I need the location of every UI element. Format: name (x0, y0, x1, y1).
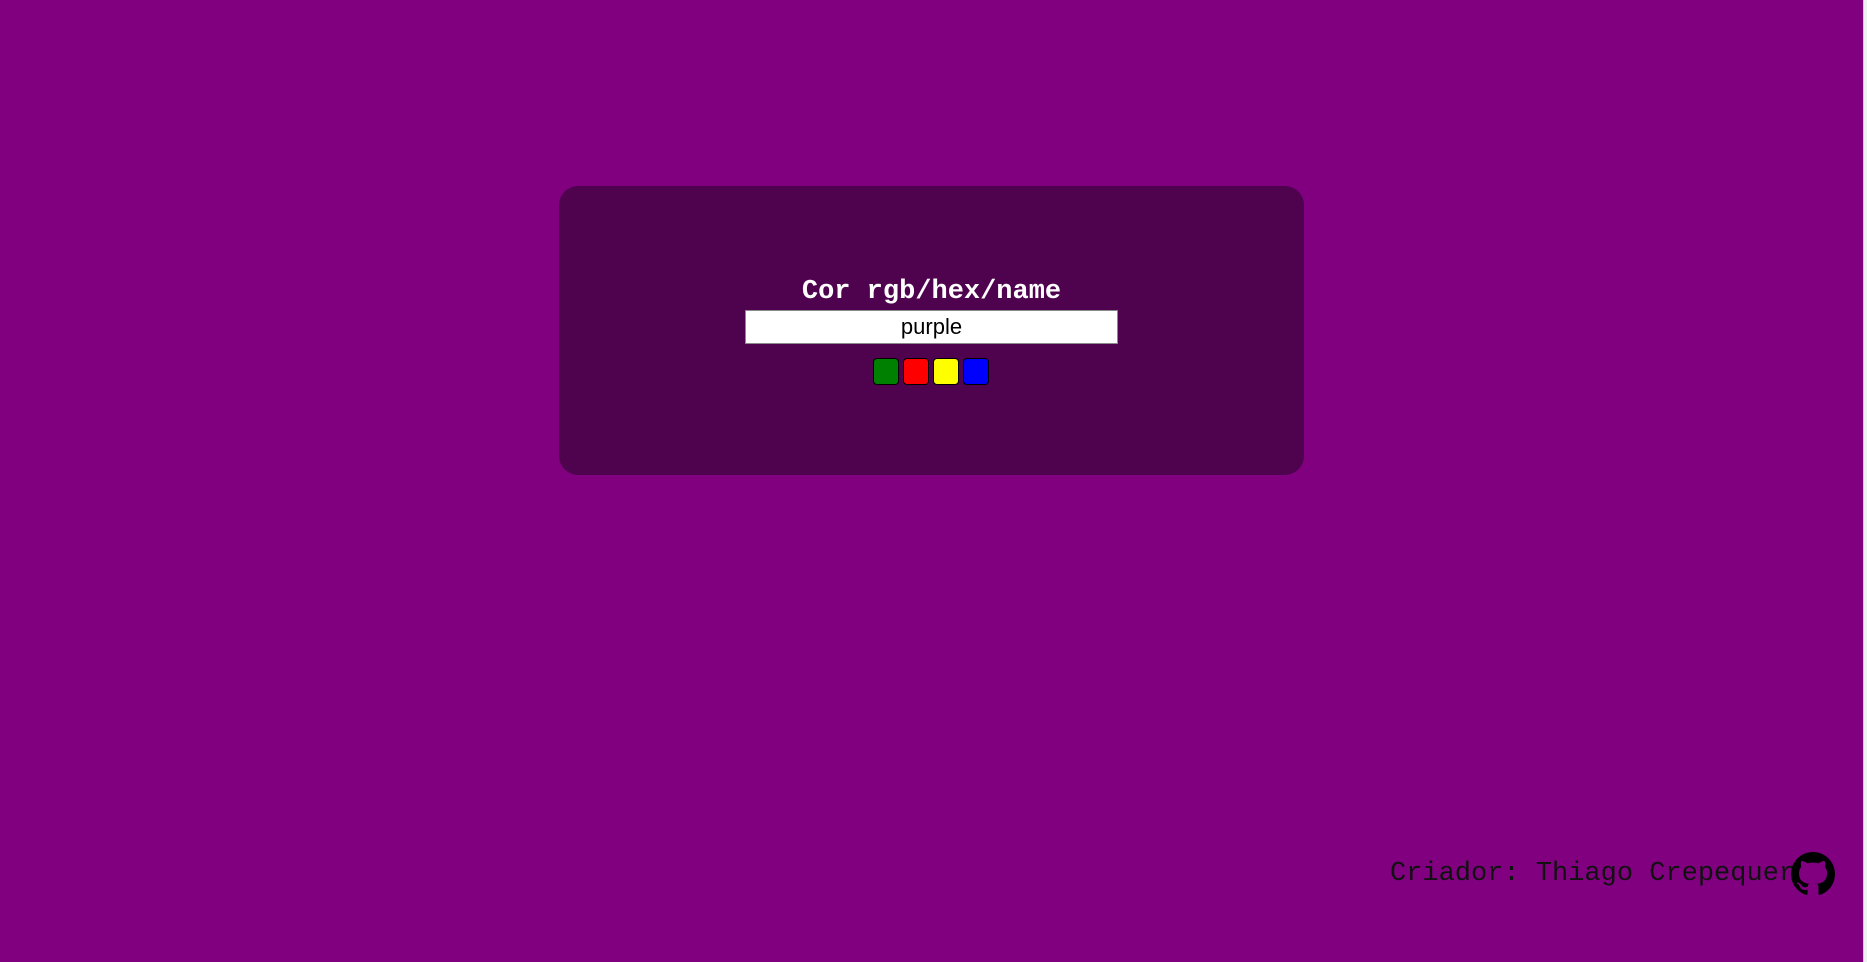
swatch-blue[interactable] (963, 358, 989, 385)
swatch-red[interactable] (903, 358, 929, 385)
creator-text: Criador: Thiago Crepequer (1390, 859, 1796, 889)
swatch-green[interactable] (873, 358, 899, 385)
swatch-yellow[interactable] (933, 358, 959, 385)
color-input[interactable] (745, 310, 1118, 344)
card-title: Cor rgb/hex/name (801, 277, 1062, 307)
github-icon[interactable] (1791, 852, 1836, 896)
footer-credit: Criador: Thiago Crepequer (1390, 852, 1836, 896)
vertical-scrollbar[interactable] (1863, 0, 1867, 962)
color-swatches (873, 358, 989, 385)
